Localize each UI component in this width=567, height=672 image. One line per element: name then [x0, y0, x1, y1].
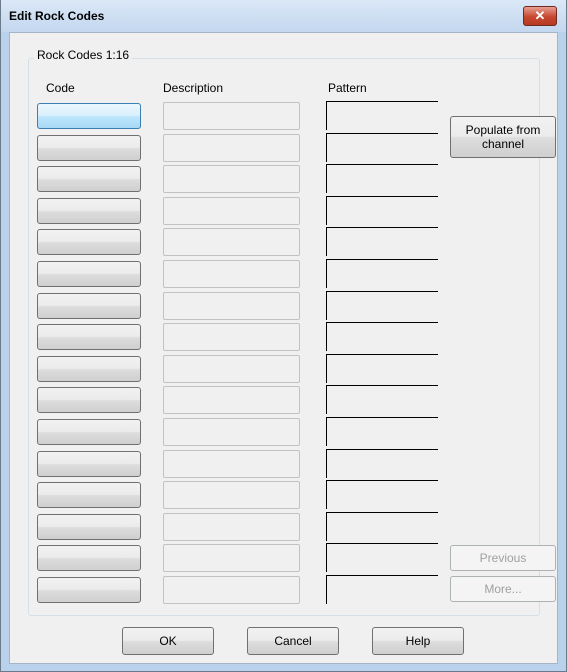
- pattern-swatch-2[interactable]: [326, 133, 438, 162]
- description-field-10[interactable]: [163, 386, 300, 414]
- code-button-2[interactable]: [37, 135, 141, 161]
- pattern-swatch-5[interactable]: [326, 227, 438, 256]
- populate-button-label: Populate from channel: [465, 123, 541, 151]
- code-button-8[interactable]: [37, 324, 141, 350]
- pattern-swatch-12[interactable]: [326, 449, 438, 478]
- description-field-3[interactable]: [163, 165, 300, 193]
- pattern-column-header: Pattern: [328, 81, 367, 95]
- cancel-button-label: Cancel: [274, 634, 312, 648]
- description-field-1[interactable]: [163, 102, 300, 130]
- window-title: Edit Rock Codes: [9, 9, 105, 23]
- code-button-13[interactable]: [37, 482, 141, 508]
- description-field-14[interactable]: [163, 513, 300, 541]
- code-button-5[interactable]: [37, 229, 141, 255]
- description-field-11[interactable]: [163, 418, 300, 446]
- code-button-16[interactable]: [37, 577, 141, 603]
- more-button-label: More...: [484, 582, 522, 596]
- pattern-swatch-11[interactable]: [326, 417, 438, 446]
- edit-rock-codes-dialog: Edit Rock Codes ✕ Rock Codes 1:16 Code D…: [0, 0, 567, 672]
- more-button[interactable]: More...: [450, 576, 556, 602]
- pattern-swatch-4[interactable]: [326, 196, 438, 225]
- code-button-7[interactable]: [37, 293, 141, 319]
- title-bar[interactable]: Edit Rock Codes ✕: [1, 0, 566, 32]
- pattern-swatch-8[interactable]: [326, 322, 438, 351]
- code-button-10[interactable]: [37, 387, 141, 413]
- code-button-15[interactable]: [37, 545, 141, 571]
- description-field-8[interactable]: [163, 323, 300, 351]
- code-button-11[interactable]: [37, 419, 141, 445]
- description-field-6[interactable]: [163, 260, 300, 288]
- description-field-2[interactable]: [163, 134, 300, 162]
- description-field-5[interactable]: [163, 228, 300, 256]
- code-button-6[interactable]: [37, 261, 141, 287]
- code-button-12[interactable]: [37, 451, 141, 477]
- group-label: Rock Codes 1:16: [34, 48, 133, 62]
- code-button-14[interactable]: [37, 514, 141, 540]
- description-field-4[interactable]: [163, 197, 300, 225]
- pattern-swatch-6[interactable]: [326, 259, 438, 288]
- help-button-label: Help: [405, 634, 431, 648]
- pattern-swatch-10[interactable]: [326, 385, 438, 414]
- help-button[interactable]: Help: [372, 627, 464, 655]
- code-button-4[interactable]: [37, 198, 141, 224]
- pattern-swatch-3[interactable]: [326, 164, 438, 193]
- description-column-header: Description: [163, 81, 224, 95]
- ok-button[interactable]: OK: [122, 627, 214, 655]
- pattern-swatch-16[interactable]: [326, 575, 438, 604]
- pattern-swatch-14[interactable]: [326, 512, 438, 541]
- description-field-9[interactable]: [163, 355, 300, 383]
- description-field-7[interactable]: [163, 292, 300, 320]
- code-column-header: Code: [46, 81, 75, 95]
- pattern-swatch-9[interactable]: [326, 354, 438, 383]
- description-field-12[interactable]: [163, 450, 300, 478]
- code-button-3[interactable]: [37, 166, 141, 192]
- pattern-swatch-1[interactable]: [326, 101, 438, 130]
- code-button-1[interactable]: [37, 103, 141, 129]
- cancel-button[interactable]: Cancel: [247, 627, 339, 655]
- previous-button-label: Previous: [479, 551, 527, 565]
- previous-button[interactable]: Previous: [450, 545, 556, 571]
- ok-button-label: OK: [159, 634, 177, 648]
- pattern-swatch-13[interactable]: [326, 480, 438, 509]
- dialog-body: Rock Codes 1:16 Code Description Pattern…: [9, 32, 558, 664]
- populate-from-channel-button[interactable]: Populate from channel: [450, 116, 556, 158]
- code-button-9[interactable]: [37, 356, 141, 382]
- pattern-swatch-7[interactable]: [326, 291, 438, 320]
- description-field-13[interactable]: [163, 481, 300, 509]
- pattern-swatch-15[interactable]: [326, 543, 438, 572]
- close-button[interactable]: ✕: [523, 6, 557, 26]
- description-field-15[interactable]: [163, 544, 300, 572]
- close-icon: ✕: [534, 8, 546, 23]
- description-field-16[interactable]: [163, 576, 300, 604]
